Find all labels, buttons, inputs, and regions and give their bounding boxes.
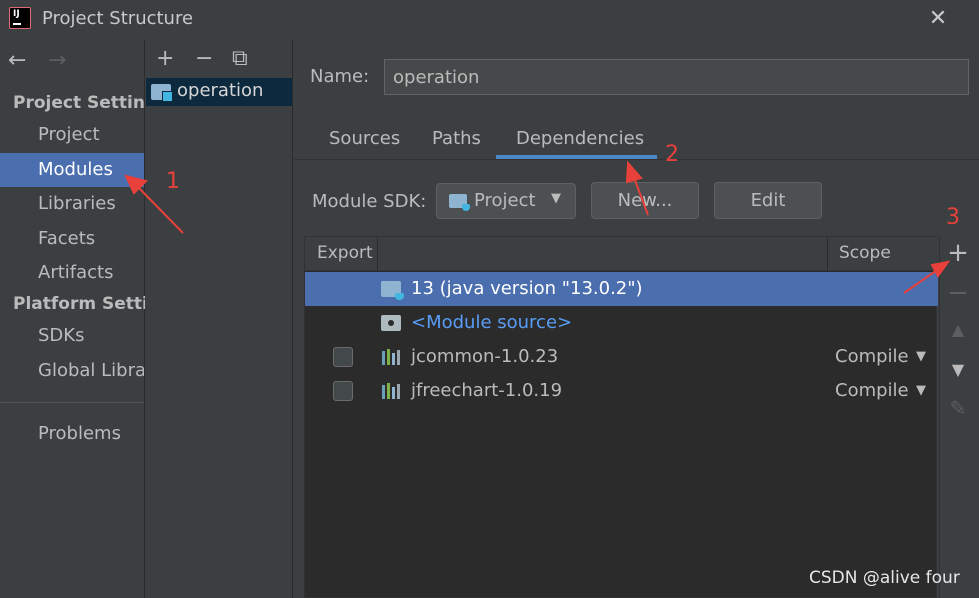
scope-dropdown[interactable]: Compile [835,380,909,401]
edit-sdk-button[interactable]: Edit [714,182,822,219]
dependency-name: <Module source> [411,312,573,333]
forward-arrow-icon[interactable]: → [48,48,66,73]
sdk-folder-icon [449,194,470,211]
table-row[interactable]: 13 (java version "13.0.2") [305,272,938,306]
annotation-number-1: 1 [166,169,180,194]
module-list-panel: + − ⧉ operation [146,40,293,598]
window-title: Project Structure [42,8,194,29]
sidebar-item-sdks[interactable]: SDKs [0,319,144,353]
source-folder-icon [381,315,401,331]
toolbar-divider [939,236,940,598]
tab-divider [294,159,979,160]
module-name-input[interactable] [384,59,969,95]
intellij-app-icon: IJ [9,7,31,29]
name-label: Name: [310,66,370,87]
column-header-export[interactable]: Export [317,243,373,263]
edit-pencil-icon[interactable]: ✎ [945,396,971,420]
sidebar-item-modules[interactable]: Modules [0,153,144,187]
chevron-down-icon[interactable]: ▼ [916,383,926,398]
tab-sources[interactable]: Sources [329,128,400,149]
chevron-down-icon: ▼ [551,191,561,206]
sidebar-item-artifacts[interactable]: Artifacts [0,256,144,290]
module-tree-item[interactable]: operation [146,78,292,106]
remove-dependency-icon[interactable]: − [945,278,971,308]
module-sdk-label: Module SDK: [312,191,427,212]
table-row[interactable]: <Module source> [305,306,938,340]
module-settings-panel: Name: Sources Paths Dependencies Module … [294,40,979,598]
sidebar-item-global-libraries[interactable]: Global Libraries [0,354,144,388]
column-separator [827,237,828,271]
section-heading-platform-settings: Platform Settings [13,294,145,314]
dependency-name: jcommon-1.0.23 [411,346,559,367]
tab-paths[interactable]: Paths [432,128,481,149]
jdk-folder-icon [381,281,404,300]
back-arrow-icon[interactable]: ← [8,48,26,73]
export-checkbox[interactable] [333,381,353,401]
annotation-number-3: 3 [946,205,960,230]
module-folder-icon [151,84,173,102]
watermark: CSDN @alive four [809,568,960,588]
new-sdk-button[interactable]: New... [591,182,699,219]
dependencies-table: Export Scope 13 (java version "13.0.2") … [304,236,938,598]
remove-module-icon[interactable]: − [195,46,213,71]
module-sdk-value: Project SDK [474,190,542,211]
sidebar-item-libraries[interactable]: Libraries [0,187,144,221]
column-separator [377,237,378,271]
section-heading-project-settings: Project Settings [13,93,145,113]
table-header: Export Scope [305,237,938,271]
sidebar-item-project[interactable]: Project [0,118,144,152]
dependency-name: 13 (java version "13.0.2") [411,278,643,299]
sidebar-item-facets[interactable]: Facets [0,222,144,256]
export-checkbox[interactable] [333,347,353,367]
column-header-scope[interactable]: Scope [839,243,891,263]
add-module-icon[interactable]: + [156,46,174,71]
scope-dropdown[interactable]: Compile [835,346,909,367]
table-row[interactable]: jcommon-1.0.23 Compile ▼ [305,340,938,374]
settings-sidebar: ← → Project Settings Project Modules Lib… [0,40,145,598]
library-icon [381,349,401,365]
title-bar: IJ Project Structure ✕ [0,0,979,40]
table-row[interactable]: jfreechart-1.0.19 Compile ▼ [305,374,938,408]
copy-module-icon[interactable]: ⧉ [232,46,248,71]
library-icon [381,383,401,399]
tab-dependencies[interactable]: Dependencies [516,128,644,149]
move-up-icon[interactable]: ▲ [945,320,971,339]
sidebar-divider [0,402,144,403]
dependency-name: jfreechart-1.0.19 [411,380,563,401]
module-sdk-dropdown[interactable]: Project SDK ▼ [436,183,576,219]
close-button[interactable]: ✕ [926,5,950,33]
chevron-down-icon[interactable]: ▼ [916,349,926,364]
add-dependency-icon[interactable]: + [945,238,971,268]
module-tree-item-label: operation [177,80,264,101]
move-down-icon[interactable]: ▼ [945,360,971,379]
sidebar-item-problems[interactable]: Problems [0,417,144,451]
annotation-number-2: 2 [665,142,679,167]
